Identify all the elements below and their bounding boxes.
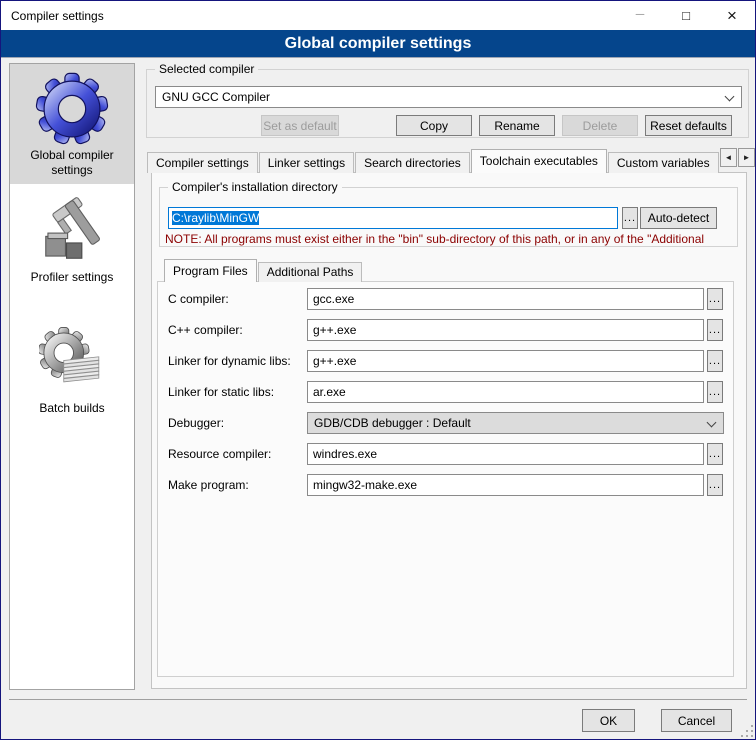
linker-static-browse-button[interactable]: ... (707, 381, 723, 403)
tab-scroll-right-button[interactable]: ► (738, 148, 755, 167)
sidebar-item-label: Profiler settings (10, 270, 134, 285)
sidebar-item-global-compiler-settings[interactable]: Global compiler settings (10, 64, 134, 184)
maximize-icon: □ (682, 8, 690, 23)
field-label: C compiler: (168, 292, 307, 306)
tab-linker-settings[interactable]: Linker settings (259, 152, 354, 173)
installation-directory-input[interactable]: C:\raylib\MinGW (168, 207, 618, 229)
set-as-default-button[interactable]: Set as default (261, 115, 339, 136)
linker-dynamic-input[interactable] (307, 350, 704, 372)
sidebar-item-label: Batch builds (10, 401, 134, 416)
field-row-linker-static: Linker for static libs: ... (168, 381, 733, 403)
minimize-button[interactable]: ─ (617, 1, 663, 30)
field-label: Debugger: (168, 416, 307, 430)
debugger-value: GDB/CDB debugger : Default (314, 416, 471, 430)
subtab-program-files[interactable]: Program Files (164, 259, 257, 282)
selected-compiler-group-label: Selected compiler (155, 62, 258, 76)
field-label: Resource compiler: (168, 447, 307, 461)
installation-directory-group-label: Compiler's installation directory (168, 180, 342, 194)
resource-compiler-browse-button[interactable]: ... (707, 443, 723, 465)
sidebar-item-label: Global compiler settings (10, 148, 134, 178)
window-controls: ─ □ × (617, 1, 755, 30)
rename-button[interactable]: Rename (479, 115, 555, 136)
page-title: Global compiler settings (1, 30, 755, 58)
linker-dynamic-browse-button[interactable]: ... (707, 350, 723, 372)
field-row-c-compiler: C compiler: ... (168, 288, 733, 310)
field-row-make-program: Make program: ... (168, 474, 733, 496)
auto-detect-button[interactable]: Auto-detect (640, 207, 717, 229)
program-files-panel: C compiler: ... C++ compiler: ... Linker… (157, 281, 734, 677)
tab-toolchain-executables[interactable]: Toolchain executables (471, 149, 607, 173)
blue-gear-icon (34, 71, 110, 147)
c-compiler-input[interactable] (307, 288, 704, 310)
field-label: Linker for dynamic libs: (168, 354, 307, 368)
field-label: Linker for static libs: (168, 385, 307, 399)
reset-defaults-button[interactable]: Reset defaults (645, 115, 732, 136)
cpp-compiler-input[interactable] (307, 319, 704, 341)
selected-compiler-group: Selected compiler GNU GCC Compiler Set a… (146, 69, 749, 138)
chevron-down-icon (725, 92, 735, 102)
batch-builds-icon (39, 326, 105, 392)
field-row-linker-dynamic: Linker for dynamic libs: ... (168, 350, 733, 372)
bin-subdirectory-note: NOTE: All programs must exist either in … (165, 232, 734, 246)
cancel-button[interactable]: Cancel (661, 709, 732, 732)
main-content: Selected compiler GNU GCC Compiler Set a… (146, 63, 749, 690)
installation-directory-browse-button[interactable]: ... (622, 207, 638, 229)
selected-compiler-dropdown[interactable]: GNU GCC Compiler (155, 86, 742, 108)
field-label: C++ compiler: (168, 323, 307, 337)
selected-text: C:\raylib\MinGW (172, 211, 259, 225)
field-row-cpp-compiler: C++ compiler: ... (168, 319, 733, 341)
minimize-icon: ─ (636, 7, 645, 21)
make-program-browse-button[interactable]: ... (707, 474, 723, 496)
tab-scroll-left-button[interactable]: ◄ (720, 148, 737, 167)
sidebar-item-profiler-settings[interactable]: Profiler settings (10, 184, 134, 297)
scroll-left-icon: ◄ (725, 153, 733, 162)
chevron-down-icon (707, 418, 717, 428)
scroll-right-icon: ► (743, 153, 751, 162)
titlebar: Compiler settings ─ □ × (1, 1, 755, 30)
footer-divider (9, 699, 747, 700)
field-row-debugger: Debugger: GDB/CDB debugger : Default (168, 412, 733, 434)
compiler-actions-row: Set as default Copy Rename Delete Reset … (147, 115, 748, 136)
maximize-button[interactable]: □ (663, 1, 709, 30)
tab-custom-variables[interactable]: Custom variables (608, 152, 719, 173)
footer-buttons: OK Cancel (582, 709, 732, 732)
make-program-input[interactable] (307, 474, 704, 496)
settings-tabstrip: Compiler settings Linker settings Search… (147, 149, 720, 173)
resize-grip-icon[interactable] (741, 725, 753, 737)
settings-category-sidebar: Global compiler settings Profiler settin… (9, 63, 135, 690)
tab-compiler-settings[interactable]: Compiler settings (147, 152, 258, 173)
linker-static-input[interactable] (307, 381, 704, 403)
close-icon: × (727, 7, 737, 24)
ok-button[interactable]: OK (582, 709, 635, 732)
copy-button[interactable]: Copy (396, 115, 472, 136)
sidebar-item-batch-builds[interactable]: Batch builds (10, 297, 134, 416)
debugger-dropdown[interactable]: GDB/CDB debugger : Default (307, 412, 724, 434)
field-label: Make program: (168, 478, 307, 492)
installation-directory-group: Compiler's installation directory C:\ray… (159, 187, 738, 247)
tab-scroll-buttons: ◄ ► (720, 148, 755, 167)
c-compiler-browse-button[interactable]: ... (707, 288, 723, 310)
window-title: Compiler settings (11, 9, 104, 23)
close-button[interactable]: × (709, 1, 755, 30)
resource-compiler-input[interactable] (307, 443, 704, 465)
profiler-caliper-icon (37, 197, 107, 267)
programs-subtabs: Program Files Additional Paths (164, 259, 363, 282)
subtab-additional-paths[interactable]: Additional Paths (258, 262, 363, 282)
selected-compiler-value: GNU GCC Compiler (162, 90, 270, 104)
tab-search-directories[interactable]: Search directories (355, 152, 470, 173)
delete-button[interactable]: Delete (562, 115, 638, 136)
toolchain-executables-panel: Compiler's installation directory C:\ray… (151, 172, 747, 689)
field-row-resource-compiler: Resource compiler: ... (168, 443, 733, 465)
compiler-settings-dialog: Compiler settings ─ □ × Global compiler … (0, 0, 756, 740)
cpp-compiler-browse-button[interactable]: ... (707, 319, 723, 341)
